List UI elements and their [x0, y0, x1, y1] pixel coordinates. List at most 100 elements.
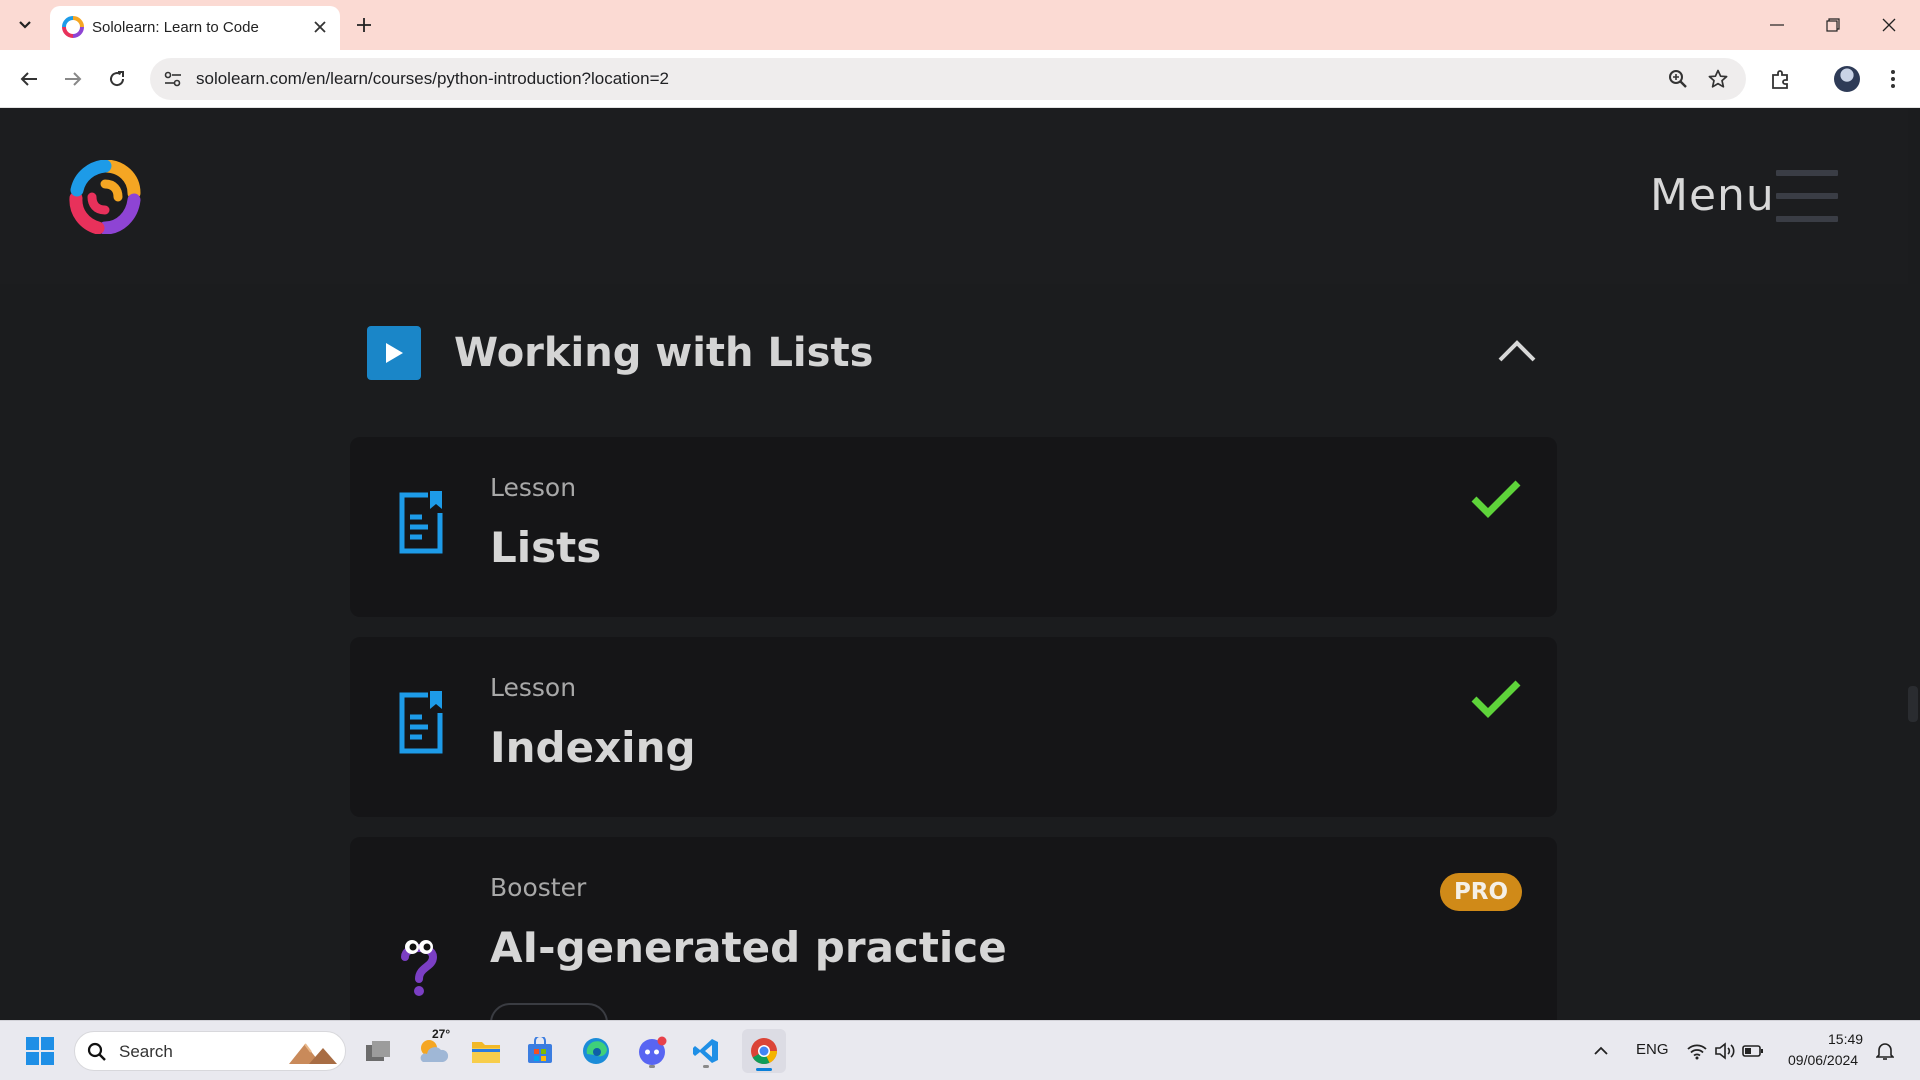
scrollbar-track[interactable] [1908, 108, 1920, 1020]
close-icon [314, 21, 326, 33]
close-icon [1882, 18, 1896, 32]
file-explorer-button[interactable] [466, 1031, 506, 1071]
discord-icon [639, 1036, 667, 1065]
tab-close-button[interactable] [310, 17, 330, 37]
url-text: sololearn.com/en/learn/courses/python-in… [196, 69, 669, 88]
puzzle-icon [1772, 70, 1788, 89]
tab-title: Sololearn: Learn to Code [92, 19, 259, 36]
booster-action-button[interactable] [490, 1003, 608, 1020]
zoom-icon [1669, 70, 1687, 88]
taskbar-search[interactable]: Search [74, 1031, 346, 1071]
module-title: Working with Lists [454, 330, 874, 376]
bookmark-button[interactable] [1706, 67, 1730, 91]
pro-badge: PRO [1440, 873, 1522, 911]
browser-tab-strip: Sololearn: Learn to Code [0, 0, 1920, 50]
show-hidden-icons-button[interactable] [1584, 1031, 1618, 1071]
booster-card[interactable]: Booster AI-generated practice PRO [350, 837, 1557, 1020]
clock-time[interactable]: 15:49 [1828, 1031, 1863, 1047]
discord-button[interactable] [632, 1031, 672, 1071]
profile-avatar[interactable] [1834, 66, 1860, 92]
more-vertical-icon [1891, 70, 1895, 88]
play-icon [367, 326, 421, 380]
zoom-button[interactable] [1666, 67, 1690, 91]
chevron-up-icon [1594, 1046, 1608, 1055]
sololearn-favicon-icon [62, 16, 84, 38]
wifi-icon [1687, 1044, 1707, 1060]
search-highlight-pyramids-icon [289, 1043, 337, 1064]
browser-menu-button[interactable] [1878, 64, 1908, 94]
speaker-icon [1715, 1042, 1735, 1060]
folder-icon [472, 1042, 500, 1063]
checkmark-icon [1471, 680, 1521, 718]
tab-search-button[interactable] [12, 12, 38, 38]
windows-taskbar: Search 27° ENG 15:49 09/06/2024 [0, 1020, 1920, 1080]
lesson-document-icon [399, 691, 443, 754]
address-bar[interactable]: sololearn.com/en/learn/courses/python-in… [150, 58, 1746, 100]
running-indicator [649, 1065, 655, 1068]
chevron-up-icon[interactable] [1496, 334, 1538, 366]
forward-button[interactable] [58, 64, 88, 94]
arrow-left-icon [20, 72, 37, 86]
battery-status[interactable] [1736, 1031, 1770, 1071]
module-header[interactable]: Working with Lists [366, 326, 1542, 386]
vscode-button[interactable] [686, 1031, 726, 1071]
card-title: AI-generated practice [490, 923, 1007, 972]
windows-logo-icon [26, 1037, 54, 1065]
running-indicator [703, 1065, 709, 1068]
weather-temp: 27° [432, 1027, 451, 1041]
plus-icon [357, 18, 371, 32]
booster-question-icon [401, 940, 438, 996]
card-type-label: Booster [490, 873, 587, 902]
close-window-button[interactable] [1874, 10, 1904, 40]
chevron-down-icon [19, 21, 31, 29]
star-icon [1708, 69, 1728, 88]
vscode-icon [693, 1039, 718, 1063]
weather-widget[interactable]: 27° [412, 1027, 452, 1071]
reload-button[interactable] [102, 64, 132, 94]
play-triangle-icon [386, 343, 403, 363]
lesson-card[interactable]: Lesson Indexing [350, 637, 1557, 817]
minimize-icon [1770, 24, 1784, 26]
restore-icon [1826, 18, 1840, 32]
minimize-button[interactable] [1762, 10, 1792, 40]
new-tab-button[interactable] [352, 13, 376, 37]
checkmark-icon [1471, 480, 1521, 518]
card-type-label: Lesson [490, 673, 577, 702]
bell-icon [1876, 1043, 1894, 1060]
scrollbar-thumb[interactable] [1908, 686, 1918, 722]
site-settings-icon[interactable] [162, 68, 184, 90]
site-header: Menu [0, 108, 1908, 284]
task-view-button[interactable] [358, 1031, 398, 1071]
edge-browser-icon [583, 1038, 609, 1064]
menu-label[interactable]: Menu [1650, 170, 1775, 221]
hamburger-line [1776, 170, 1838, 176]
extensions-button[interactable] [1766, 64, 1796, 94]
taskbar-search-placeholder: Search [119, 1042, 173, 1061]
start-button[interactable] [20, 1031, 60, 1071]
browser-toolbar: sololearn.com/en/learn/courses/python-in… [0, 50, 1920, 108]
hamburger-line [1776, 216, 1838, 222]
reload-icon [110, 71, 125, 87]
hamburger-menu-button[interactable] [1776, 170, 1838, 222]
lesson-card[interactable]: Lesson Lists [350, 437, 1557, 617]
chrome-icon [751, 1038, 777, 1065]
back-button[interactable] [14, 64, 44, 94]
restore-button[interactable] [1818, 10, 1848, 40]
card-title: Indexing [490, 723, 696, 772]
task-view-icon [366, 1041, 390, 1061]
battery-icon [1742, 1045, 1763, 1057]
browser-tab-active[interactable]: Sololearn: Learn to Code [50, 6, 340, 50]
language-indicator[interactable]: ENG [1636, 1041, 1669, 1058]
lesson-document-icon [399, 491, 443, 554]
notifications-button[interactable] [1870, 1031, 1900, 1071]
page-viewport: Menu Working with Lists Lesson Lists Les… [0, 108, 1920, 1020]
store-icon [528, 1037, 552, 1063]
card-type-label: Lesson [490, 473, 577, 502]
edge-button[interactable] [576, 1031, 616, 1071]
sololearn-logo[interactable] [68, 160, 142, 234]
search-icon [87, 1042, 106, 1061]
card-title: Lists [490, 523, 602, 572]
chrome-button[interactable] [742, 1029, 786, 1073]
clock-date[interactable]: 09/06/2024 [1788, 1052, 1858, 1068]
microsoft-store-button[interactable] [520, 1031, 560, 1071]
